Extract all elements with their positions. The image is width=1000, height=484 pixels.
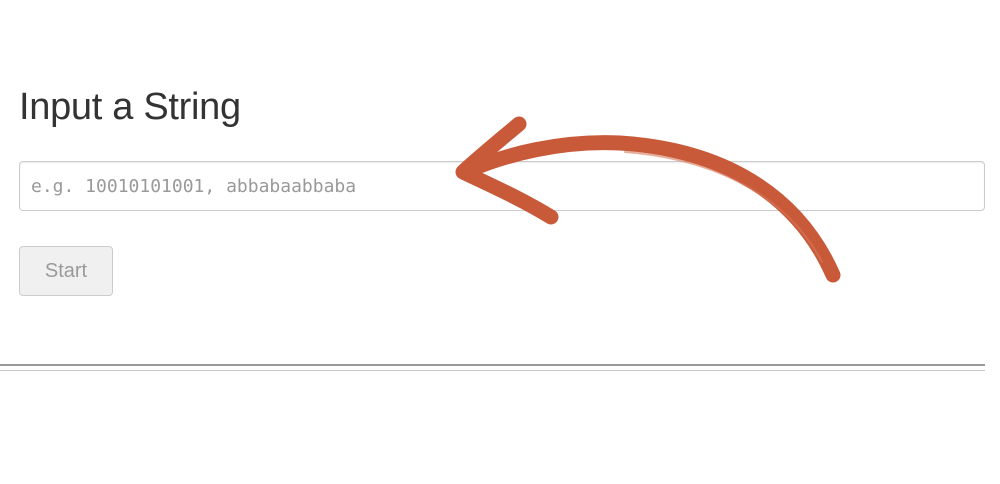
divider-shadow (0, 370, 985, 371)
start-button[interactable]: Start (19, 246, 113, 296)
divider (0, 364, 985, 366)
page: Input a String Start (0, 0, 1000, 484)
string-input[interactable] (19, 161, 985, 211)
curved-arrow-icon (455, 116, 841, 283)
page-title: Input a String (19, 86, 241, 128)
